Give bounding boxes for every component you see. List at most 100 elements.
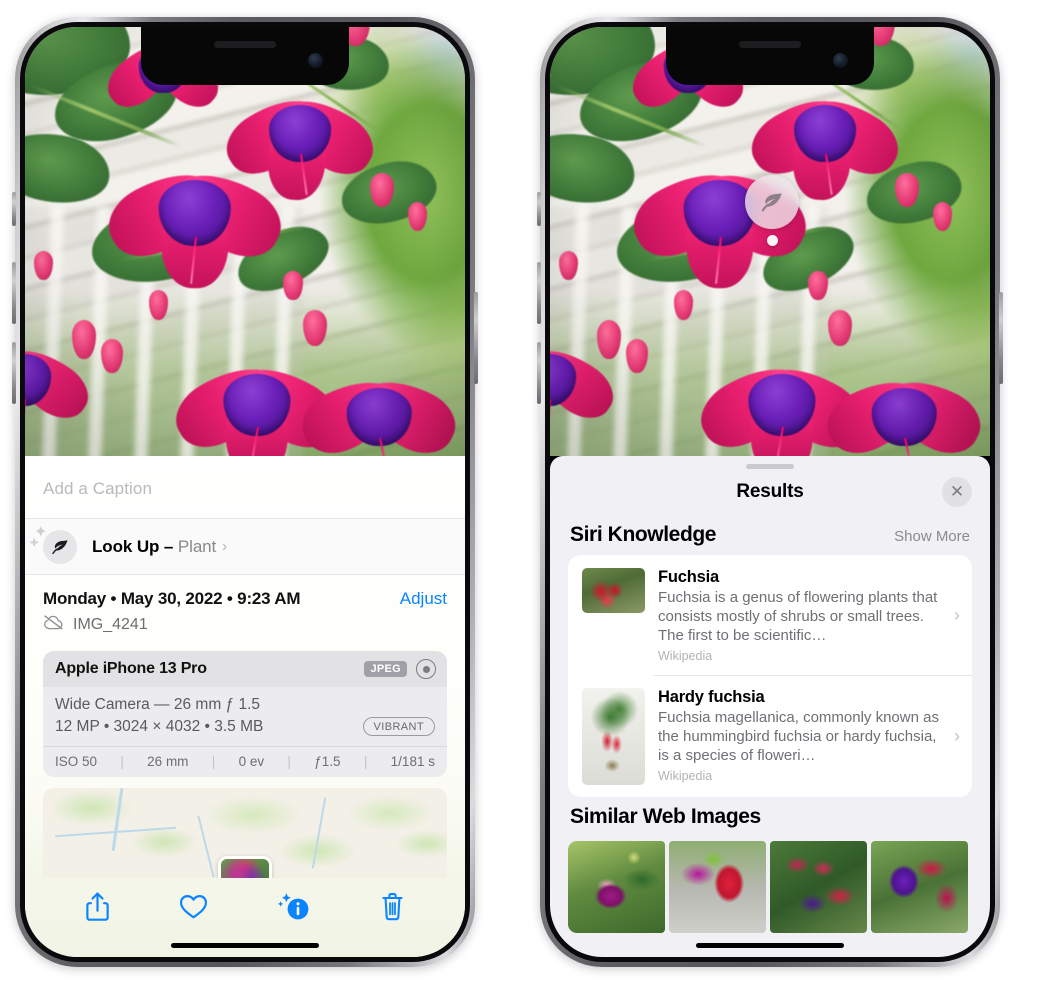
visual-look-up-badge[interactable] xyxy=(745,175,800,246)
right-phone-screen: Results ✕ Siri Knowledge Show More Fuchs… xyxy=(550,27,990,957)
exif-separator-3: | xyxy=(287,754,291,769)
exif-header: Apple iPhone 13 Pro JPEG xyxy=(43,651,447,687)
right-phone-notch xyxy=(666,27,874,85)
silence-switch[interactable] xyxy=(12,192,16,226)
sheet-header: Results ✕ xyxy=(550,469,990,515)
caption-input[interactable]: Add a Caption xyxy=(25,456,465,518)
section-title-similar-web-images: Similar Web Images xyxy=(570,805,761,829)
photo-filename: IMG_4241 xyxy=(73,616,148,633)
heart-icon[interactable] xyxy=(179,893,208,925)
similar-image-3-fuchsia-bush[interactable] xyxy=(770,841,867,934)
knowledge-item-description: Fuchsia magellanica, commonly known as t… xyxy=(658,709,939,765)
leaf-icon xyxy=(43,529,77,564)
left-phone-device: Add a Caption ✦ ✚ Look Up – Plant › Mond… xyxy=(12,17,478,967)
photo-date: Monday • May 30, 2022 • 9:23 AM xyxy=(43,589,301,608)
home-indicator[interactable] xyxy=(696,943,844,948)
map-photo-pin xyxy=(218,856,272,878)
similar-web-images-header: Similar Web Images xyxy=(550,797,990,837)
siri-knowledge-card: Fuchsia Fuchsia is a genus of flowering … xyxy=(568,555,972,798)
share-icon[interactable] xyxy=(85,891,110,927)
photographic-style-badge: VIBRANT xyxy=(362,717,435,736)
trash-icon[interactable] xyxy=(380,892,405,927)
power-button-right[interactable] xyxy=(999,292,1003,384)
knowledge-item-description: Fuchsia is a genus of flowering plants t… xyxy=(658,589,938,645)
metadata-block: Monday • May 30, 2022 • 9:23 AM Adjust I… xyxy=(25,574,465,639)
list-item[interactable]: Fuchsia Fuchsia is a genus of flowering … xyxy=(568,555,972,675)
front-camera-icon xyxy=(308,53,323,68)
badge-anchor-dot xyxy=(766,235,778,246)
volume-up-button-right[interactable] xyxy=(537,262,541,324)
chevron-right-icon: › xyxy=(954,605,960,626)
results-sheet: Results ✕ Siri Knowledge Show More Fuchs… xyxy=(550,456,990,957)
camera-device-name: Apple iPhone 13 Pro xyxy=(55,660,207,677)
power-button[interactable] xyxy=(474,292,478,384)
knowledge-item-body: Hardy fuchsia Fuchsia magellanica, commo… xyxy=(658,688,939,783)
look-up-label: Look Up – Plant xyxy=(92,537,216,557)
exif-separator-4: | xyxy=(363,754,368,769)
knowledge-item-source: Wikipedia xyxy=(658,649,713,664)
chevron-right-icon: › xyxy=(222,538,228,555)
cloud-slash-icon xyxy=(43,615,64,635)
lens-info: Wide Camera — 26 mm ƒ 1.5 xyxy=(55,696,261,713)
fuchsia-red-flowers-thumbnail xyxy=(582,568,645,613)
fuchsia-photo xyxy=(25,27,465,456)
hardy-fuchsia-specimen-thumbnail xyxy=(582,688,645,786)
location-map-thumbnail[interactable] xyxy=(43,788,447,878)
exif-focal: 26 mm xyxy=(147,754,189,769)
exif-aperture: ƒ1.5 xyxy=(314,754,341,769)
filename-row: IMG_4241 xyxy=(43,615,447,635)
look-up-subject: Plant xyxy=(177,536,217,556)
right-phone-device: Results ✕ Siri Knowledge Show More Fuchs… xyxy=(537,17,1003,967)
look-up-icon-wrap: ✦ ✚ xyxy=(30,524,77,564)
similar-image-2-red-fuchsia-closeup[interactable] xyxy=(669,841,766,934)
format-badge: JPEG xyxy=(364,661,407,677)
earpiece-speaker xyxy=(214,41,276,48)
exif-card[interactable]: Apple iPhone 13 Pro JPEG Wide Camera — 2… xyxy=(43,651,447,777)
volume-up-button[interactable] xyxy=(12,262,16,324)
front-camera-icon xyxy=(833,53,848,68)
similar-image-1-pink-purple-fuchsia[interactable] xyxy=(568,841,665,934)
section-title-siri-knowledge: Siri Knowledge xyxy=(570,523,717,546)
exif-iso: ISO 50 xyxy=(55,754,98,769)
knowledge-item-title: Hardy fuchsia xyxy=(658,688,765,707)
raw-aperture-icon xyxy=(416,659,436,679)
show-more-button[interactable]: Show More xyxy=(894,528,970,545)
right-phone-bezel: Results ✕ Siri Knowledge Show More Fuchs… xyxy=(545,22,995,962)
chevron-right-icon: › xyxy=(954,726,960,747)
similar-web-images-row[interactable] xyxy=(550,837,990,934)
left-phone-notch xyxy=(141,27,349,85)
file-size-info: 12 MP • 3024 × 4032 • 3.5 MB xyxy=(55,717,264,735)
list-item[interactable]: Hardy fuchsia Fuchsia magellanica, commo… xyxy=(568,675,972,797)
leaf-icon xyxy=(745,175,800,229)
exif-exposure: 0 ev xyxy=(238,754,265,769)
knowledge-item-source: Wikipedia xyxy=(658,769,713,784)
photo-info-panel: Add a Caption ✦ ✚ Look Up – Plant › Mond… xyxy=(25,456,465,957)
exif-separator-2: | xyxy=(211,754,216,769)
photo-viewer[interactable] xyxy=(25,27,465,456)
silence-switch-right[interactable] xyxy=(537,192,541,226)
photo-viewer-results[interactable] xyxy=(550,27,990,456)
left-phone-bezel: Add a Caption ✦ ✚ Look Up – Plant › Mond… xyxy=(20,22,470,962)
look-up-title: Look Up xyxy=(92,536,160,556)
info-sparkle-icon[interactable] xyxy=(277,891,311,927)
home-indicator[interactable] xyxy=(171,943,319,948)
exif-settings-row: ISO 50 | 26 mm | 0 ev | ƒ1.5 | 1/181 s xyxy=(43,746,447,777)
knowledge-item-title: Fuchsia xyxy=(658,568,719,586)
sheet-title: Results xyxy=(736,481,804,502)
knowledge-item-body: Fuchsia Fuchsia is a genus of flowering … xyxy=(658,568,939,663)
look-up-dash: – xyxy=(159,536,178,556)
volume-down-button[interactable] xyxy=(12,342,16,404)
volume-down-button-right[interactable] xyxy=(537,342,541,404)
similar-image-4-purple-pink-fuchsia[interactable] xyxy=(871,841,968,934)
exif-shutter: 1/181 s xyxy=(390,754,435,769)
sparkle-small-icon: ✚ xyxy=(30,537,39,549)
exif-separator-1: | xyxy=(120,754,124,769)
exif-body: Wide Camera — 26 mm ƒ 1.5 12 MP • 3024 ×… xyxy=(43,687,447,746)
look-up-row[interactable]: ✦ ✚ Look Up – Plant › xyxy=(25,518,465,574)
left-phone-screen: Add a Caption ✦ ✚ Look Up – Plant › Mond… xyxy=(25,27,465,957)
adjust-button[interactable]: Adjust xyxy=(400,589,447,609)
earpiece-speaker xyxy=(739,41,801,48)
screenshot-stage: Add a Caption ✦ ✚ Look Up – Plant › Mond… xyxy=(0,0,1055,985)
siri-knowledge-header: Siri Knowledge Show More xyxy=(550,515,990,555)
close-icon[interactable]: ✕ xyxy=(942,477,972,507)
